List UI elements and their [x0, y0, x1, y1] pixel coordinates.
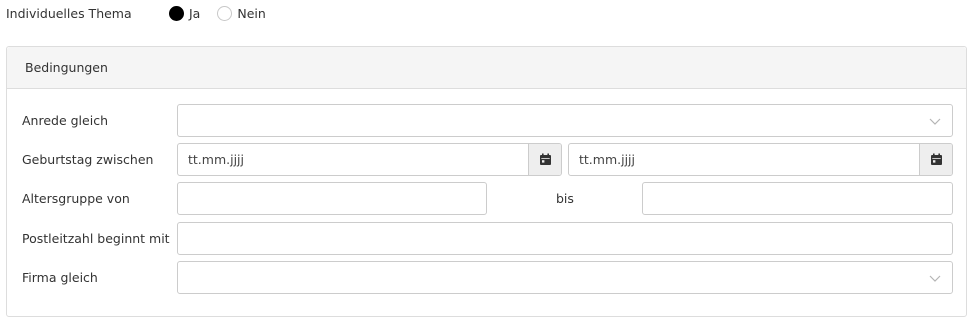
salutation-select[interactable] — [177, 104, 953, 137]
calendar-icon — [539, 153, 551, 165]
row-salutation: Anrede gleich — [7, 104, 966, 137]
theme-radio-group: Individuelles Thema Ja Nein — [6, 3, 283, 23]
radio-option-ja[interactable]: Ja — [169, 5, 201, 21]
age-group-label: Altersgruppe von — [22, 191, 130, 206]
company-select[interactable] — [177, 261, 953, 294]
chevron-down-icon — [929, 118, 941, 125]
panel-header: Bedingungen — [7, 47, 966, 89]
calendar-icon — [930, 153, 942, 165]
postal-code-label: Postleitzahl beginnt mit — [22, 231, 170, 246]
row-company: Firma gleich — [7, 261, 966, 294]
row-birthday: Geburtstag zwischen tt.mm.jjjj tt.mm.jjj… — [7, 143, 966, 176]
birthday-to-input[interactable]: tt.mm.jjjj — [568, 143, 953, 176]
radio-nein[interactable] — [217, 5, 233, 21]
radio-option-nein[interactable]: Nein — [217, 5, 266, 21]
radio-ja-label: Ja — [189, 5, 201, 21]
panel-title: Bedingungen — [25, 60, 108, 75]
birthday-from-placeholder: tt.mm.jjjj — [188, 152, 244, 167]
birthday-to-calendar-button[interactable] — [919, 144, 952, 175]
salutation-label: Anrede gleich — [22, 113, 108, 128]
postal-code-input[interactable] — [177, 222, 953, 255]
radio-ja[interactable] — [169, 5, 184, 21]
company-label: Firma gleich — [22, 270, 98, 285]
chevron-down-icon — [929, 275, 941, 282]
birthday-from-input[interactable]: tt.mm.jjjj — [177, 143, 562, 176]
birthday-from-calendar-button[interactable] — [528, 144, 561, 175]
birthday-label: Geburtstag zwischen — [22, 152, 154, 167]
age-separator-label: bis — [556, 191, 574, 206]
row-age-group: Altersgruppe von bis — [7, 182, 966, 215]
theme-label: Individuelles Thema — [6, 5, 132, 21]
conditions-panel: Bedingungen Anrede gleich Geburtstag zwi… — [6, 46, 967, 317]
age-from-input[interactable] — [177, 182, 487, 215]
row-postal-code: Postleitzahl beginnt mit — [7, 222, 966, 255]
radio-nein-label: Nein — [237, 5, 266, 21]
birthday-to-placeholder: tt.mm.jjjj — [579, 152, 635, 167]
age-to-input[interactable] — [642, 182, 953, 215]
